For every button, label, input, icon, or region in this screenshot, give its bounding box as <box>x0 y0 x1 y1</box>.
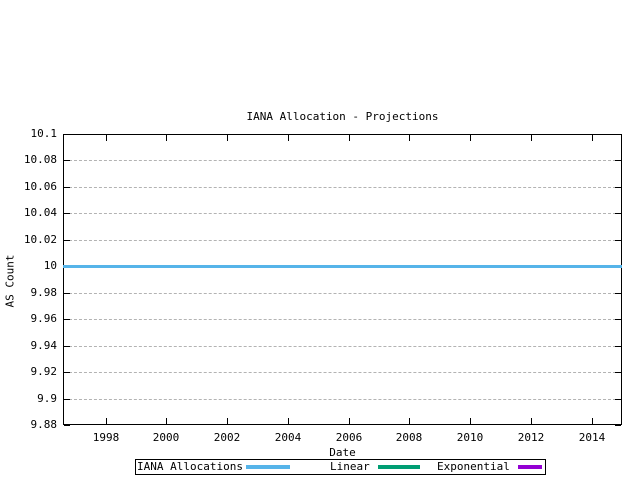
x-tick-label: 2012 <box>506 432 556 444</box>
y-tick-label: 10.1 <box>0 128 57 140</box>
legend-swatch-iana-allocations <box>246 465 290 469</box>
x-tick-mark <box>227 418 228 424</box>
legend-entry-label: Linear <box>330 461 370 473</box>
y-tick-mark <box>615 319 621 320</box>
y-tick-mark <box>64 160 70 161</box>
y-tick-mark <box>615 134 621 135</box>
y-gridline <box>64 240 621 241</box>
y-gridline <box>64 399 621 400</box>
y-gridline <box>64 160 621 161</box>
y-tick-label: 10.08 <box>0 154 57 166</box>
y-tick-mark <box>64 213 70 214</box>
x-axis-title: Date <box>63 446 622 459</box>
y-tick-label: 9.92 <box>0 366 57 378</box>
x-tick-label: 2006 <box>324 432 374 444</box>
y-gridline <box>64 319 621 320</box>
x-tick-mark <box>592 135 593 141</box>
x-tick-label: 2008 <box>384 432 434 444</box>
iana-allocation-projections-chart: IANA Allocation - Projections AS Count D… <box>0 0 640 480</box>
legend-swatch-linear <box>378 465 420 469</box>
x-tick-label: 2014 <box>567 432 617 444</box>
y-tick-label: 9.94 <box>0 340 57 352</box>
y-tick-label: 10.04 <box>0 207 57 219</box>
y-tick-mark <box>615 425 621 426</box>
y-tick-label: 10.02 <box>0 234 57 246</box>
y-tick-mark <box>64 425 70 426</box>
plot-area <box>63 134 622 425</box>
y-tick-mark <box>615 399 621 400</box>
y-tick-mark <box>615 293 621 294</box>
x-tick-mark <box>592 418 593 424</box>
y-tick-mark <box>615 160 621 161</box>
x-tick-mark <box>470 135 471 141</box>
x-tick-mark <box>288 418 289 424</box>
y-tick-mark <box>64 399 70 400</box>
y-gridline <box>64 213 621 214</box>
y-tick-mark <box>64 187 70 188</box>
x-tick-label: 2004 <box>263 432 313 444</box>
y-tick-mark <box>615 187 621 188</box>
y-tick-mark <box>64 346 70 347</box>
x-tick-mark <box>166 418 167 424</box>
x-tick-mark <box>409 418 410 424</box>
legend-entry-label: IANA Allocations <box>137 461 243 473</box>
x-tick-label: 2010 <box>445 432 495 444</box>
legend-entry-label: Exponential <box>437 461 510 473</box>
x-tick-mark <box>531 135 532 141</box>
y-tick-mark <box>64 293 70 294</box>
x-tick-mark <box>409 135 410 141</box>
y-tick-label: 10 <box>0 260 57 272</box>
y-tick-mark <box>615 346 621 347</box>
y-tick-mark <box>615 240 621 241</box>
x-tick-mark <box>349 418 350 424</box>
x-tick-label: 1998 <box>81 432 131 444</box>
x-tick-mark <box>227 135 228 141</box>
x-tick-label: 2000 <box>141 432 191 444</box>
y-tick-mark <box>64 240 70 241</box>
x-tick-mark <box>470 418 471 424</box>
x-tick-mark <box>106 135 107 141</box>
y-gridline <box>64 293 621 294</box>
y-tick-label: 9.96 <box>0 313 57 325</box>
x-tick-mark <box>106 418 107 424</box>
y-tick-mark <box>64 319 70 320</box>
y-tick-label: 9.88 <box>0 419 57 431</box>
y-tick-mark <box>615 213 621 214</box>
x-tick-mark <box>349 135 350 141</box>
y-tick-mark <box>64 134 70 135</box>
y-gridline <box>64 372 621 373</box>
x-tick-mark <box>531 418 532 424</box>
y-tick-mark <box>64 372 70 373</box>
x-tick-label: 2002 <box>202 432 252 444</box>
x-tick-mark <box>288 135 289 141</box>
chart-title: IANA Allocation - Projections <box>63 110 622 123</box>
y-gridline <box>64 187 621 188</box>
y-tick-label: 10.06 <box>0 181 57 193</box>
y-tick-label: 9.9 <box>0 393 57 405</box>
y-tick-label: 9.98 <box>0 287 57 299</box>
series-line-iana-allocations <box>63 265 622 268</box>
x-tick-mark <box>166 135 167 141</box>
legend-swatch-exponential <box>518 465 542 469</box>
y-tick-mark <box>615 372 621 373</box>
y-gridline <box>64 346 621 347</box>
